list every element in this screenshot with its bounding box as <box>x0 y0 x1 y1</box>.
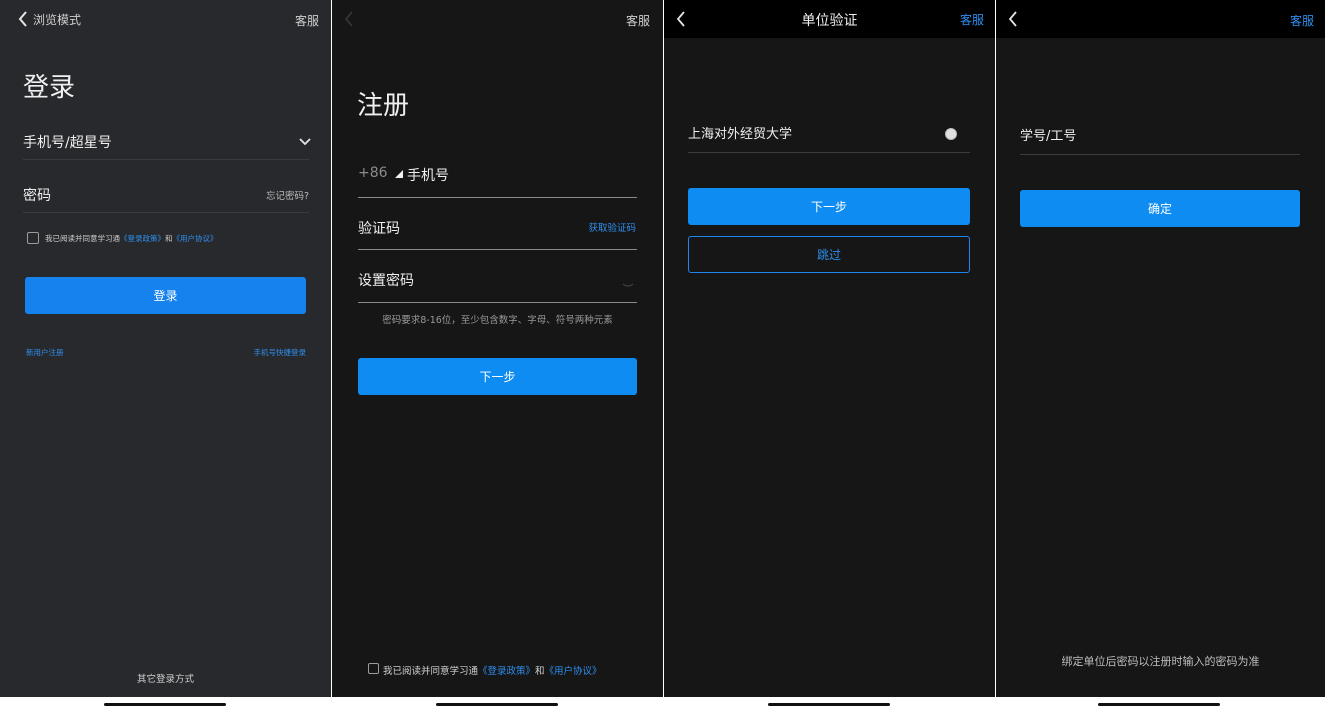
footer-note: 绑定单位后密码以注册时输入的密码为准 <box>1061 655 1260 668</box>
header-bar <box>996 0 1325 38</box>
next-button[interactable]: 下一步 <box>688 188 970 225</box>
password-hint: 密码要求8-16位，至少包含数字、字母、符号两种元素 <box>382 315 613 326</box>
new-user-register-link[interactable]: 新用户注册 <box>26 347 64 358</box>
phone-input[interactable]: 手机号 <box>407 165 449 185</box>
back-chevron-icon[interactable] <box>344 11 354 27</box>
password-input[interactable]: 密码 <box>23 185 51 205</box>
customer-service-link[interactable]: 客服 <box>1290 12 1314 29</box>
browse-mode-link[interactable]: 浏览模式 <box>33 11 81 28</box>
id-bind-screen: 客服 学号/工号 确定 绑定单位后密码以注册时输入的密码为准 <box>996 0 1325 712</box>
back-chevron-icon[interactable] <box>18 11 28 27</box>
account-input[interactable]: 手机号/超星号 <box>23 132 112 152</box>
customer-service-link[interactable]: 客服 <box>960 11 984 28</box>
account-divider <box>23 159 309 160</box>
chevron-down-icon[interactable] <box>299 138 311 146</box>
login-button[interactable]: 登录 <box>25 277 306 314</box>
phone-quick-login-link[interactable]: 手机号快捷登录 <box>254 347 307 358</box>
customer-service-link[interactable]: 客服 <box>295 12 319 29</box>
agree-checkbox[interactable] <box>27 232 39 244</box>
set-password-input[interactable]: 设置密码 <box>358 270 414 290</box>
password-divider <box>358 302 637 303</box>
eye-closed-icon[interactable] <box>622 274 634 293</box>
unit-name: 上海对外经贸大学 <box>688 127 793 142</box>
forgot-password-link[interactable]: 忘记密码? <box>266 188 309 202</box>
page-title: 单位验证 <box>801 13 858 29</box>
back-chevron-icon[interactable] <box>1008 11 1018 27</box>
other-login-methods-link[interactable]: 其它登录方式 <box>0 671 331 685</box>
next-button[interactable]: 下一步 <box>358 358 637 395</box>
password-divider <box>23 212 309 213</box>
get-verify-code-button[interactable]: 获取验证码 <box>588 220 636 234</box>
user-agreement-link[interactable]: 《用户协议》 <box>545 666 602 677</box>
customer-service-link[interactable]: 客服 <box>626 12 650 29</box>
verify-code-divider <box>358 249 637 250</box>
agree-checkbox[interactable] <box>368 663 379 674</box>
id-divider <box>1020 154 1300 155</box>
login-policy-link[interactable]: 《登录政策》 <box>478 666 535 677</box>
register-screen: 客服 注册 +86 手机号 验证码 获取验证码 设置密码 密码要求8-16位，至… <box>332 0 663 712</box>
confirm-button[interactable]: 确定 <box>1020 190 1300 227</box>
user-agreement-link[interactable]: 《用户协议》 <box>173 234 218 243</box>
home-indicator <box>768 703 890 706</box>
verify-code-input[interactable]: 验证码 <box>358 218 400 238</box>
triangle-down-icon <box>395 170 403 178</box>
radio-selected-icon[interactable] <box>945 128 957 140</box>
agree-text: 我已阅读并同意学习通《登录政策》和《用户协议》 <box>45 233 218 244</box>
home-indicator <box>436 703 558 706</box>
country-code-selector[interactable]: +86 <box>358 165 403 181</box>
skip-button[interactable]: 跳过 <box>688 236 970 273</box>
page-title: 注册 <box>357 91 410 121</box>
phone-divider <box>358 197 637 198</box>
login-screen: 浏览模式 客服 登录 手机号/超星号 密码 忘记密码? 我已阅读并同意学习通《登… <box>0 0 331 712</box>
home-indicator <box>1098 703 1220 706</box>
page-title: 登录 <box>23 73 76 103</box>
unit-divider <box>688 152 970 153</box>
home-indicator <box>104 703 226 706</box>
agree-prefix: 我已阅读并同意学习通 <box>383 666 479 677</box>
agree-text: 我已阅读并同意学习通《登录政策》和《用户协议》 <box>383 663 602 677</box>
unit-verify-screen: 单位验证 客服 上海对外经贸大学 下一步 跳过 <box>664 0 995 712</box>
country-code: +86 <box>358 165 388 181</box>
agree-prefix: 我已阅读并同意学习通 <box>45 234 120 243</box>
student-id-input[interactable]: 学号/工号 <box>1020 125 1076 144</box>
agree-and: 和 <box>165 234 173 243</box>
agree-and: 和 <box>535 666 545 677</box>
login-policy-link[interactable]: 《登录政策》 <box>120 234 165 243</box>
